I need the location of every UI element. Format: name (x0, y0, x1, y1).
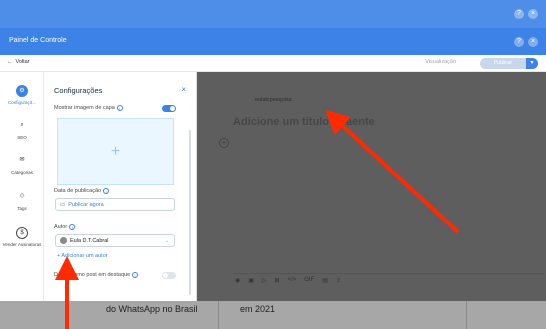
nav-label: SEO (17, 135, 27, 140)
divider (218, 301, 219, 329)
box-icon[interactable]: ⊠ (275, 277, 280, 284)
upload-icon[interactable]: ⇪ (336, 277, 341, 284)
title-input[interactable]: Adicione um título atraente (233, 116, 375, 128)
nav-item-tags[interactable]: ◇ Tags (0, 191, 44, 211)
avatar (60, 237, 67, 244)
editor-insert-toolbar: ◉ ▣ ▷ ⊠ </> GIF ▤ ⇪ (235, 277, 341, 284)
settings-panel: Configurações × Mostrar imagem de capa i… (44, 72, 197, 301)
author-label: Autor i (54, 224, 76, 230)
plus-icon: + (110, 142, 121, 160)
nav-label: Configuraçõ... (7, 100, 36, 105)
author-name: Eula D.T.Cabral (70, 237, 109, 244)
info-icon[interactable]: i (103, 188, 110, 194)
gif-icon[interactable]: GIF (304, 277, 314, 284)
gallery-icon[interactable]: ▣ (248, 277, 254, 284)
cover-image-label: Mostrar imagem de capa i (54, 105, 123, 111)
code-icon[interactable]: </> (288, 277, 297, 284)
cover-image-dropzone[interactable]: + (57, 118, 174, 185)
author-label-text: Autor (54, 224, 68, 230)
panel-title: Painel de Controle (9, 37, 67, 44)
featured-label-text: Definir como post em destaque (54, 272, 131, 278)
author-tag: eulatcpesquisa (255, 97, 292, 103)
divider (466, 301, 467, 329)
panel-close-icon[interactable]: × (528, 37, 538, 47)
featured-toggle[interactable] (162, 272, 176, 279)
settings-scrollbar[interactable] (189, 130, 191, 295)
pubdate-label: Data de publicação i (54, 188, 110, 194)
nav-label: Vender Assinaturas (2, 242, 42, 247)
editor-toolbar-top: ← Voltar Visualização Publicar ▾ (0, 55, 546, 72)
gear-icon: ⚙ (16, 85, 28, 97)
nav-item-configuracoes[interactable]: ⚙ Configuraçõ... (0, 85, 44, 105)
publish-dropdown-icon[interactable]: ▾ (526, 58, 538, 69)
video-icon[interactable]: ▷ (262, 277, 267, 284)
divider-icon[interactable]: ▤ (322, 277, 328, 284)
category-icon: ✉ (19, 157, 25, 163)
cover-image-toggle[interactable] (162, 105, 176, 112)
nav-label: Tags (17, 206, 27, 211)
divider (233, 273, 544, 274)
pubdate-field[interactable]: ▭ Publicar agora (55, 198, 175, 211)
featured-label: Definir como post em destaque i (54, 272, 139, 278)
nav-item-seo[interactable]: ⌕ SEO (0, 120, 44, 140)
close-icon[interactable]: × (528, 9, 538, 19)
nav-item-categorias[interactable]: ✉ Categorias (0, 155, 44, 175)
preview-link[interactable]: Visualização (425, 59, 456, 65)
nav-label: Categorias (11, 170, 33, 175)
author-select[interactable]: Eula D.T.Cabral ⌄ (55, 234, 175, 247)
calendar-icon: ▭ (60, 201, 66, 208)
publish-button[interactable]: Publicar (480, 58, 526, 69)
editor-canvas: eulatcpesquisa Adicione um título atraen… (197, 72, 546, 301)
add-author-link[interactable]: + Adicionar um autor (57, 253, 108, 259)
info-icon[interactable]: i (69, 224, 76, 230)
top-strip: ? × (0, 0, 546, 28)
camera-icon[interactable]: ◉ (235, 277, 240, 284)
settings-heading: Configurações (54, 86, 103, 95)
window-buttons: ? × (514, 9, 538, 19)
arrow-left-icon: ← (7, 59, 13, 65)
panel-header: Painel de Controle ? × (0, 28, 546, 55)
add-block-icon[interactable]: + (219, 138, 229, 148)
info-icon[interactable]: i (132, 272, 139, 278)
panel-help-icon[interactable]: ? (514, 37, 524, 47)
dollar-icon: $ (16, 227, 28, 239)
pubdate-value: Publicar agora (68, 201, 104, 208)
tag-icon: ◇ (19, 193, 25, 199)
nav-item-vender-assinaturas[interactable]: $ Vender Assinaturas (0, 227, 44, 247)
cover-image-label-text: Mostrar imagem de capa (54, 105, 115, 111)
back-label: Voltar (15, 59, 30, 65)
pubdate-label-text: Data de publicação (54, 188, 102, 194)
background-text-right: em 2021 (240, 304, 276, 314)
background-page-strip: do WhatsApp no Brasil em 2021 (0, 301, 546, 329)
panel-window-buttons: ? × (514, 37, 538, 47)
back-link[interactable]: ← Voltar (7, 59, 30, 65)
help-icon[interactable]: ? (514, 9, 524, 19)
close-icon[interactable]: × (181, 85, 186, 94)
background-text-left: do WhatsApp no Brasil (106, 304, 198, 314)
search-icon: ⌕ (20, 122, 24, 128)
nav-rail: ⚙ Configuraçõ... ⌕ SEO ✉ Categorias ◇ Ta… (0, 72, 44, 301)
info-icon[interactable]: i (116, 105, 123, 111)
chevron-down-icon: ⌄ (164, 237, 169, 244)
